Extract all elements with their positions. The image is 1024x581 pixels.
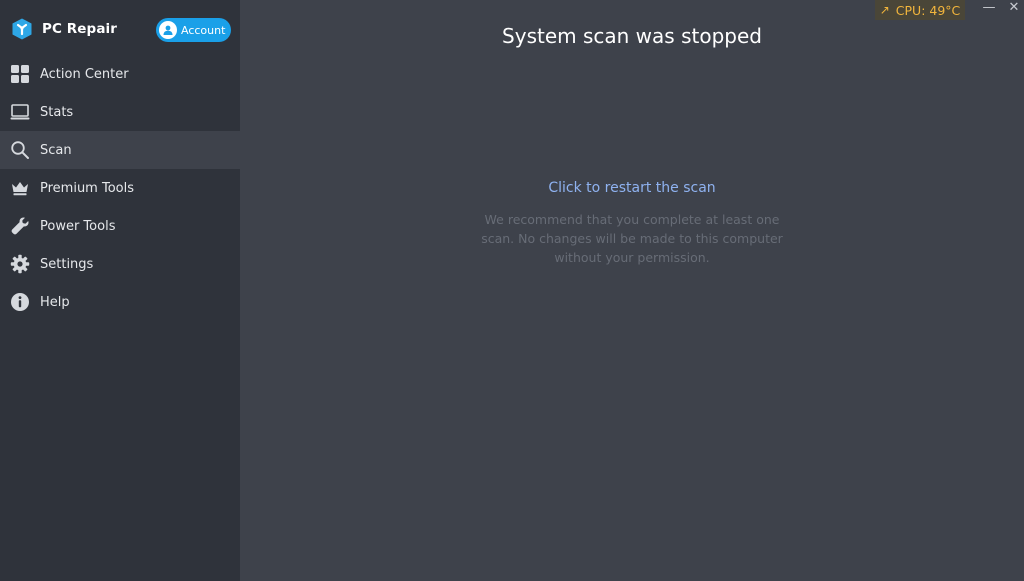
- app-name: PC Repair: [42, 21, 118, 37]
- sidebar-item-label: Settings: [40, 256, 94, 272]
- restart-scan-link[interactable]: Click to restart the scan: [240, 180, 1024, 196]
- sidebar-item-label: Help: [40, 294, 70, 310]
- laptop-icon: [10, 102, 30, 122]
- account-label: Account: [181, 23, 226, 37]
- crown-icon: [10, 178, 30, 198]
- user-avatar-icon: [159, 21, 177, 39]
- account-button[interactable]: Account: [156, 18, 231, 42]
- sidebar-item-settings[interactable]: Settings: [0, 245, 240, 283]
- page-title: System scan was stopped: [502, 24, 762, 48]
- sidebar-item-label: Stats: [40, 104, 74, 120]
- sidebar-item-label: Scan: [40, 142, 72, 158]
- scan-recommendation-text: We recommend that you complete at least …: [481, 212, 783, 265]
- sidebar-item-label: Premium Tools: [40, 180, 135, 196]
- sidebar-nav: Action Center Stats Scan Premium Tools P…: [0, 55, 240, 321]
- sidebar-item-premium-tools[interactable]: Premium Tools: [0, 169, 240, 207]
- arrow-up-right-icon: ↗: [879, 3, 890, 17]
- sidebar-item-label: Power Tools: [40, 218, 116, 234]
- wrench-icon: [10, 216, 30, 236]
- cpu-temperature-text: CPU: 49°C: [895, 2, 961, 18]
- pc-repair-logo-icon: [12, 18, 32, 40]
- sidebar-item-power-tools[interactable]: Power Tools: [0, 207, 240, 245]
- close-button[interactable]: ✕: [1002, 0, 1024, 15]
- sidebar-item-label: Action Center: [40, 66, 129, 82]
- grid-icon: [10, 64, 30, 84]
- sidebar-item-scan[interactable]: Scan: [0, 131, 240, 169]
- search-icon: [10, 140, 30, 160]
- info-icon: [10, 292, 30, 312]
- sidebar-item-stats[interactable]: Stats: [0, 93, 240, 131]
- brand: PC Repair: [10, 16, 117, 42]
- minimize-button[interactable]: —: [977, 0, 1001, 15]
- sidebar-item-action-center[interactable]: Action Center: [0, 55, 240, 93]
- sidebar-item-help[interactable]: Help: [0, 283, 240, 321]
- gear-icon: [10, 254, 30, 274]
- main-content: System scan was stopped Click to restart…: [240, 0, 1024, 581]
- sidebar: PC Repair Account Action Center Stats Sc…: [0, 0, 240, 581]
- cpu-temperature-badge[interactable]: ↗ CPU: 49°C: [875, 0, 965, 20]
